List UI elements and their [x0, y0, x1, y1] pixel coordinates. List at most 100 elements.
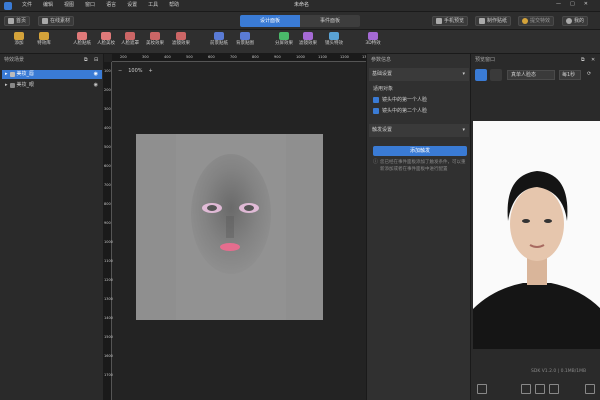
ribbon-label: 镜头特效 [325, 41, 343, 46]
menu-item[interactable]: 工具 [148, 3, 158, 8]
ribbon-item[interactable]: 特效库 [35, 32, 53, 47]
ruler-tick-label: 900 [104, 221, 111, 225]
refresh-icon[interactable]: ⟳ [587, 72, 591, 77]
window-title: 未命名 [294, 2, 310, 8]
menu-item[interactable]: 设置 [127, 3, 137, 8]
ribbon-label: 人脸美妆 [97, 41, 115, 46]
checkbox-icon[interactable] [373, 97, 379, 103]
ruler-tick-label: 600 [104, 164, 111, 168]
ruler-tick-label: 700 [104, 183, 111, 187]
checkbox-first-face[interactable]: 镜头中的第一个人脸 [373, 97, 427, 103]
eye-icon[interactable]: ◉ [94, 72, 98, 77]
copy-icon[interactable]: ⧉ [84, 58, 88, 63]
ribbon-item[interactable]: 添加 [10, 32, 28, 47]
checkbox-icon[interactable] [373, 108, 379, 114]
ruler-tick-label: 500 [186, 55, 193, 59]
close-icon[interactable]: ✕ [591, 58, 595, 63]
online-material-button[interactable]: 在线素材 [38, 16, 75, 26]
apply-label: 适用对象 [373, 86, 394, 92]
top-toolbar: 首页 在线素材 设计面板 事件面板 手机预览 制作贴纸 提交特效 我的 [0, 12, 600, 30]
ruler-tick-label: 400 [164, 55, 171, 59]
ribbon-item[interactable]: 镜头特效 [325, 32, 343, 47]
ribbon-item[interactable]: 人脸美妆 [97, 32, 115, 47]
ribbon-item[interactable]: 人脸贴纸 [73, 32, 91, 47]
ruler-tick-label: 1200 [340, 55, 349, 59]
add-trigger-button[interactable]: 添加触发 [373, 146, 467, 156]
delete-icon[interactable]: ⊟ [94, 58, 98, 63]
close-icon[interactable]: ✕ [584, 2, 588, 7]
expand-icon[interactable]: ▸ [5, 83, 8, 88]
ribbon-item[interactable]: 滤镜效果 [172, 32, 190, 47]
menu-item[interactable]: 编辑 [43, 3, 53, 8]
make-sticker-button[interactable]: 制作贴纸 [475, 16, 512, 26]
ribbon-item[interactable]: 人脸遮罩 [121, 32, 139, 47]
ruler-tick-label: 300 [142, 55, 149, 59]
basic-settings-header[interactable]: 基础设置 ▾ [369, 68, 469, 81]
ruler-tick-label: 300 [104, 107, 111, 111]
panel-title: 特效场景 [4, 57, 25, 63]
tab-event[interactable]: 事件面板 [300, 15, 360, 27]
menu-item[interactable]: 窗口 [85, 3, 95, 8]
face-mode-select[interactable]: 真单人脸态 [507, 70, 555, 80]
effect-icon [240, 32, 250, 40]
ruler-tick-label: 100 [104, 69, 111, 73]
collapse-icon[interactable]: ▾ [462, 128, 465, 133]
layer-icon [9, 83, 15, 88]
expand-icon[interactable]: ▸ [5, 72, 8, 77]
maximize-icon[interactable]: □ [570, 2, 575, 7]
ruler-tick-label: 1500 [104, 335, 113, 339]
trigger-settings-header[interactable]: 触发设置 ▾ [369, 124, 469, 137]
preview-title: 预览窗口 [475, 57, 496, 63]
home-icon [8, 18, 14, 24]
effect-icon [77, 32, 87, 40]
ruler-tick-label: 800 [252, 55, 259, 59]
eye-icon[interactable]: ◉ [94, 83, 98, 88]
ribbon-item[interactable]: 前景贴纸 [210, 32, 228, 47]
ruler-tick-label: 200 [104, 88, 111, 92]
ribbon-item[interactable]: 背景贴图 [236, 32, 254, 47]
menu-item[interactable]: 视图 [64, 3, 74, 8]
ruler-tick-label: 1200 [104, 278, 113, 282]
popout-icon[interactable]: ⧉ [581, 58, 585, 63]
zoom-out-button[interactable]: − [118, 69, 122, 74]
menu-item[interactable]: 帮助 [169, 3, 179, 8]
submit-effect-button[interactable]: 提交特效 [518, 16, 555, 26]
save-icon[interactable] [477, 384, 487, 394]
menu-item[interactable]: 语言 [106, 3, 116, 8]
trigger-hint: 您已经在事件面板添加了触发条件，可以重新添加或者在事件面板中进行配置 [380, 160, 466, 172]
info-icon: ⓘ [373, 159, 379, 165]
ribbon-item[interactable]: 分屏效果 [275, 32, 293, 47]
ribbon-label: 分屏效果 [275, 41, 293, 46]
next-frame-icon[interactable] [549, 384, 559, 394]
camera-button[interactable] [475, 69, 487, 81]
props-title: 参数信息 [371, 57, 392, 63]
minimize-icon[interactable]: — [556, 2, 561, 7]
delete-icon[interactable] [585, 384, 595, 394]
phone-preview-button[interactable]: 手机预览 [432, 16, 469, 26]
zoom-in-button[interactable]: + [149, 69, 153, 74]
sdk-status: SDK V1.2.0 | 0.1MB/1MB [531, 369, 587, 374]
layer-item[interactable]: ▸ 美妆_唇 ◉ [2, 70, 102, 79]
face-mask-canvas[interactable] [136, 134, 323, 320]
tab-design[interactable]: 设计面板 [240, 15, 300, 27]
fps-select[interactable]: 每1秒 [559, 70, 581, 80]
ribbon-item[interactable]: 3D特效 [364, 32, 382, 47]
ribbon-item[interactable]: 滤镜效果 [299, 32, 317, 47]
ruler-tick-label: 1000 [104, 240, 113, 244]
layer-item[interactable]: ▸ 美妆_眼 ◉ [2, 81, 102, 90]
ruler-tick-label: 600 [208, 55, 215, 59]
checkbox-second-face[interactable]: 镜头中的第二个人脸 [373, 108, 427, 114]
ruler-tick-label: 1100 [318, 55, 327, 59]
ribbon-item[interactable]: 美妆效果 [146, 32, 164, 47]
ruler-tick-label: 900 [274, 55, 281, 59]
collapse-icon[interactable]: ▾ [462, 72, 465, 77]
prev-frame-icon[interactable] [521, 384, 531, 394]
menu-item[interactable]: 文件 [22, 3, 32, 8]
effect-icon [214, 32, 224, 40]
gallery-button[interactable] [490, 69, 502, 81]
ribbon-label: 3D特效 [365, 41, 381, 46]
sticker-icon [479, 18, 485, 24]
my-account-button[interactable]: 我的 [562, 16, 589, 26]
home-button[interactable]: 首页 [4, 16, 31, 26]
pause-icon[interactable] [535, 384, 545, 394]
